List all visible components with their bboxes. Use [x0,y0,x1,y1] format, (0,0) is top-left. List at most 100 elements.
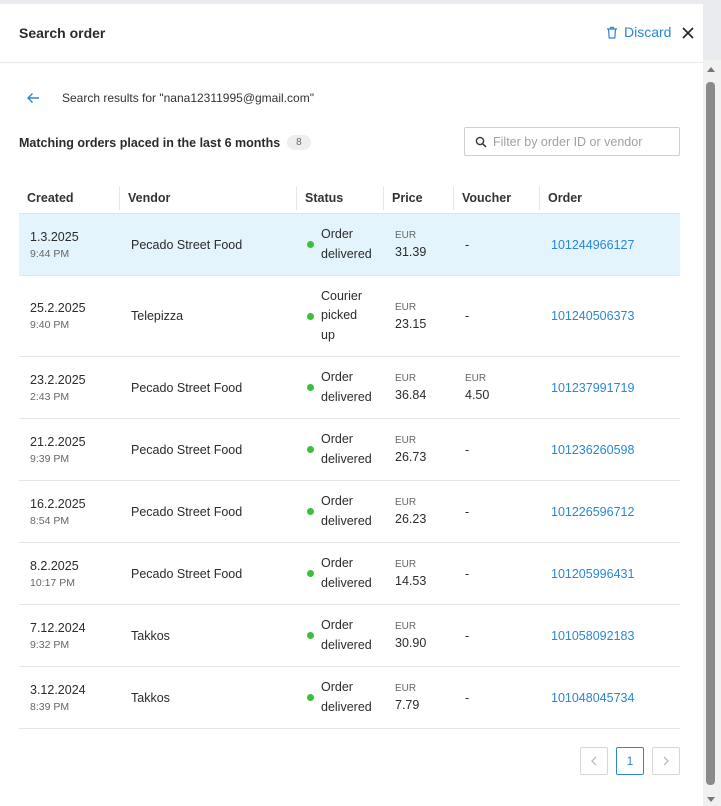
chevron-left-icon [591,756,597,766]
status-text-line: picked [321,308,358,323]
trash-icon [607,26,617,39]
table-row[interactable]: 3.12.2024 8:39 PM Takkos Order delivered … [19,667,680,729]
status-dot-icon [307,694,314,701]
voucher-amount: - [465,690,470,705]
status-text-line: up [321,327,335,342]
price-currency: EUR [395,230,417,241]
order-id-link[interactable]: 101058092183 [551,629,634,643]
voucher-cell: - [454,629,540,643]
column-header-created[interactable]: Created [19,186,120,210]
status-text-line: delivered [321,575,372,590]
created-date: 7.12.2024 [30,620,86,635]
order-id-link[interactable]: 101048045734 [551,691,634,705]
created-time: 9:39 PM [30,452,70,465]
status-cell: Order delivered [297,492,384,531]
vendor-cell: Pecado Street Food [131,237,243,252]
status-dot-icon [307,241,314,248]
order-id-link[interactable]: 101237991719 [551,381,634,395]
vendor-cell: Takkos [131,628,170,643]
status-text-line: delivered [321,513,372,528]
order-cell: 101226596712 [540,505,680,519]
status-text-line: delivered [321,451,372,466]
created-date: 16.2.2025 [30,496,86,511]
column-header-vendor[interactable]: Vendor [120,186,297,210]
discard-button[interactable]: Discard [606,24,671,40]
price-currency: EUR [395,497,417,508]
search-order-panel: Search order Discard Search results for … [0,4,703,806]
table-row[interactable]: 8.2.2025 10:17 PM Pecado Street Food Ord… [19,543,680,605]
created-cell: 1.3.2025 9:44 PM [19,230,120,260]
created-cell: 21.2.2025 9:39 PM [19,435,120,465]
next-page-button[interactable] [652,747,680,775]
created-time: 8:54 PM [30,514,70,527]
voucher-cell: - [454,309,540,323]
orders-table: Created Vendor Status Price Voucher Orde… [19,182,680,729]
created-time: 2:43 PM [30,390,70,403]
order-id-link[interactable]: 101205996431 [551,567,634,581]
status-text-line: Order [321,494,353,508]
price-amount: 7.79 [395,698,420,712]
order-id-link[interactable]: 101240506373 [551,309,634,323]
price-cell: EUR 30.90 [384,621,454,650]
status-text: Order delivered [321,616,372,655]
created-cell: 3.12.2024 8:39 PM [19,683,120,713]
order-id-link[interactable]: 101226596712 [551,505,634,519]
created-time: 9:44 PM [30,247,70,260]
pagination: 1 [580,747,680,775]
price-cell: EUR 31.39 [384,230,454,259]
table-row[interactable]: 7.12.2024 9:32 PM Takkos Order delivered … [19,605,680,667]
table-row[interactable]: 1.3.2025 9:44 PM Pecado Street Food Orde… [19,214,680,276]
scrollbar[interactable] [703,60,721,806]
status-text-line: delivered [321,246,372,261]
voucher-amount: - [465,309,470,323]
filter-input[interactable] [493,134,673,149]
voucher-currency: EUR [465,373,487,384]
voucher-amount: - [465,628,470,643]
voucher-amount: - [465,442,470,457]
voucher-cell: EUR 4.50 [454,373,540,402]
scroll-down-arrow[interactable] [707,797,715,802]
filter-field[interactable] [464,127,680,156]
vendor-cell: Pecado Street Food [131,380,243,395]
created-date: 25.2.2025 [30,301,86,315]
created-date: 3.12.2024 [30,682,86,697]
matching-label: Matching orders placed in the last 6 mon… [19,135,281,150]
status-text: Order delivered [321,492,372,531]
results-line: Search results for "nana12311995@gmail.c… [26,91,314,105]
status-text-line: delivered [321,389,372,404]
voucher-cell: - [454,567,540,581]
status-text-line: Order [321,556,353,570]
arrow-left-icon[interactable] [26,91,40,105]
status-text-line: delivered [321,637,372,652]
panel-header: Search order Discard [0,4,703,63]
voucher-cell: - [454,505,540,519]
status-text-line: Order [321,680,353,694]
created-cell: 25.2.2025 9:40 PM [19,301,120,331]
column-header-status[interactable]: Status [297,186,384,210]
created-time: 9:32 PM [30,638,70,651]
table-row[interactable]: 16.2.2025 8:54 PM Pecado Street Food Ord… [19,481,680,543]
scroll-up-arrow[interactable] [707,67,715,72]
previous-page-button[interactable] [580,747,608,775]
order-id-link[interactable]: 101236260598 [551,443,634,457]
order-id-link[interactable]: 101244966127 [551,238,634,252]
created-cell: 8.2.2025 10:17 PM [19,559,120,589]
order-cell: 101205996431 [540,567,680,581]
status-dot-icon [307,446,314,453]
close-icon[interactable] [679,24,697,42]
table-row[interactable]: 21.2.2025 9:39 PM Pecado Street Food Ord… [19,419,680,481]
table-row[interactable]: 23.2.2025 2:43 PM Pecado Street Food Ord… [19,357,680,419]
price-currency: EUR [395,301,417,313]
status-text-line: Order [321,432,353,446]
scrollbar-thumb[interactable] [706,82,715,785]
order-cell: 101048045734 [540,691,680,705]
page-1-button[interactable]: 1 [616,747,644,775]
created-cell: 23.2.2025 2:43 PM [19,373,120,403]
column-header-voucher[interactable]: Voucher [454,186,540,210]
status-cell: Order delivered [297,554,384,593]
table-row[interactable]: 25.2.2025 9:40 PM Telepizza Courier picke… [19,276,680,357]
price-currency: EUR [395,373,417,384]
column-header-order[interactable]: Order [540,186,680,210]
status-cell: Courier picked up [297,287,384,346]
column-header-price[interactable]: Price [384,186,454,210]
